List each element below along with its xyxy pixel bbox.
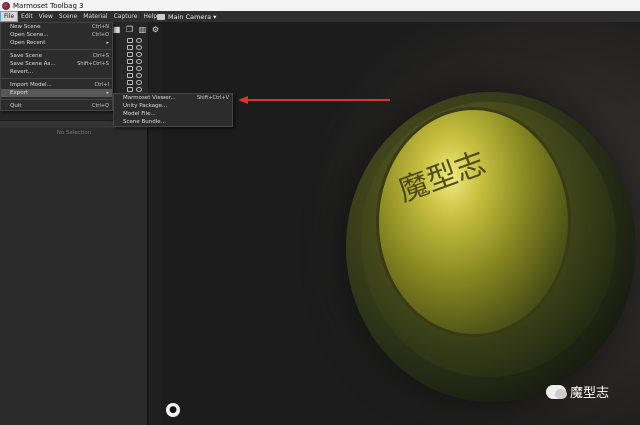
menu-capture[interactable]: Capture xyxy=(111,11,141,22)
trash-icon[interactable]: ▥ xyxy=(138,25,147,34)
app-logo-icon xyxy=(2,1,10,10)
eye-icon[interactable] xyxy=(136,80,142,85)
window-title: Marmoset Toolbag 3 xyxy=(13,1,84,10)
vertical-toolbar xyxy=(149,22,161,425)
menu-revert[interactable]: Revert... xyxy=(1,68,112,76)
menu-export[interactable]: Export ▸ xyxy=(1,89,112,97)
annotation-arrow xyxy=(238,96,390,104)
folder-icon[interactable]: ■ xyxy=(112,25,121,34)
menu-material[interactable]: Material xyxy=(80,11,110,22)
menu-open-scene[interactable]: Open Scene... Ctrl+O xyxy=(1,31,112,39)
list-item xyxy=(127,51,149,58)
menu-quit[interactable]: Quit Ctrl+Q xyxy=(1,102,112,110)
export-submenu: Marmoset Viewer... Shift+Ctrl+V Unity Pac… xyxy=(113,93,233,127)
file-menu: New Scene Ctrl+N Open Scene... Ctrl+O Open… xyxy=(0,22,113,111)
wechat-icon xyxy=(546,384,567,399)
menu-edit[interactable]: Edit xyxy=(18,11,36,22)
camera-label: Main Camera ▾ xyxy=(168,13,217,21)
eye-icon[interactable] xyxy=(136,59,142,64)
eye-icon[interactable] xyxy=(136,45,142,50)
menu-marmoset-viewer[interactable]: Marmoset Viewer... Shift+Ctrl+V xyxy=(114,94,232,102)
lock-icon[interactable] xyxy=(127,52,133,57)
eye-icon[interactable] xyxy=(136,66,142,71)
lock-icon[interactable] xyxy=(127,66,133,71)
3d-viewport[interactable]: 魔型志 魔型志 ● xyxy=(161,22,640,425)
menu-scene[interactable]: Scene xyxy=(56,11,80,22)
list-item xyxy=(127,44,149,51)
menu-file[interactable]: File xyxy=(0,11,19,22)
menu-model-file[interactable]: Model File... xyxy=(114,110,232,118)
outliner-toolbar: ■ ❐ ▥ ⚙ xyxy=(112,23,160,35)
eye-icon[interactable] xyxy=(136,38,142,43)
lock-icon[interactable] xyxy=(127,80,133,85)
lock-icon[interactable] xyxy=(127,59,133,64)
menu-unity-package[interactable]: Unity Package... xyxy=(114,102,232,110)
list-item xyxy=(127,79,149,86)
menu-separator xyxy=(1,99,112,100)
menu-save-scene-as[interactable]: Save Scene As... Shift+Ctrl+S xyxy=(1,60,112,68)
watermark-text: 魔型志 xyxy=(570,386,610,401)
menu-bar: File Edit View Scene Material Capture He… xyxy=(0,11,640,22)
lock-icon[interactable] xyxy=(127,38,133,43)
menu-separator xyxy=(1,49,112,50)
menu-separator xyxy=(1,78,112,79)
menu-save-scene[interactable]: Save Scene Ctrl+S xyxy=(1,52,112,60)
list-item xyxy=(127,58,149,65)
menu-import-model[interactable]: Import Model... Ctrl+I xyxy=(1,81,112,89)
eye-icon[interactable] xyxy=(136,73,142,78)
camera-icon xyxy=(157,14,165,20)
lock-icon[interactable] xyxy=(127,45,133,50)
lightbulb-icon[interactable]: ● xyxy=(166,403,180,417)
eye-icon[interactable] xyxy=(136,52,142,57)
menu-view[interactable]: View xyxy=(36,11,56,22)
camera-selector[interactable]: Main Camera ▾ xyxy=(157,13,216,21)
list-item xyxy=(127,65,149,72)
visibility-column xyxy=(127,37,149,93)
watermark: 魔型志 xyxy=(546,382,609,401)
duplicate-icon[interactable]: ❐ xyxy=(125,25,134,34)
title-bar: Marmoset Toolbag 3 xyxy=(0,0,640,11)
list-item xyxy=(127,72,149,79)
menu-new-scene[interactable]: New Scene Ctrl+N xyxy=(1,23,112,31)
lock-icon[interactable] xyxy=(127,87,133,92)
list-item xyxy=(127,86,149,93)
gear-icon[interactable]: ⚙ xyxy=(151,25,160,34)
lock-icon[interactable] xyxy=(127,73,133,78)
list-item xyxy=(127,37,149,44)
eye-icon[interactable] xyxy=(136,87,142,92)
no-selection-text: No Selection xyxy=(56,130,92,136)
menu-scene-bundle[interactable]: Scene Bundle... xyxy=(114,118,232,126)
menu-open-recent[interactable]: Open Recent ▸ xyxy=(1,39,112,47)
